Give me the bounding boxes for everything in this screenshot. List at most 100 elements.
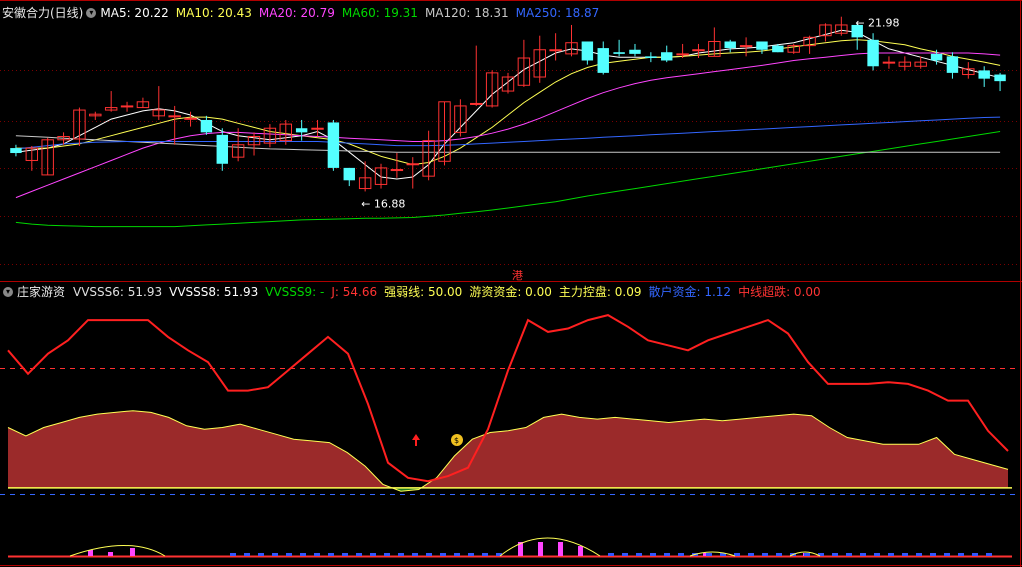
histogram-bar <box>130 548 135 556</box>
histogram-bar-blue <box>916 553 922 556</box>
candle-body <box>311 127 324 130</box>
indicator-header: ▾ 庄家游资 VVSSS6: 51.93 VVSSS8: 51.93 VVSSS9:… <box>0 283 828 301</box>
histogram-bar <box>558 542 563 556</box>
histogram-bar-blue <box>678 553 684 556</box>
candle-body <box>216 134 228 164</box>
histogram-bar-blue <box>888 553 894 556</box>
legend-item: 散户资金: 1.12 <box>648 285 732 299</box>
histogram-bar-blue <box>384 553 390 556</box>
legend-item: VVSSS8: 51.93 <box>169 285 259 299</box>
histogram-bar-blue <box>398 553 404 556</box>
candle-body <box>661 52 673 61</box>
candle-body <box>184 117 197 120</box>
histogram-bar-blue <box>860 553 866 556</box>
legend-item: VVSSS9: - <box>265 285 325 299</box>
histogram-bar-blue <box>622 553 628 556</box>
histogram-bar-blue <box>748 553 754 556</box>
money-bag-glyph: $ <box>454 436 459 445</box>
histogram-bar-blue <box>664 553 670 556</box>
candle-body <box>613 52 625 54</box>
legend-item: MA250: 18.87 <box>515 6 600 20</box>
histogram-bar-blue <box>454 553 460 556</box>
histogram-bar-blue <box>482 553 488 556</box>
candle-body <box>756 41 768 50</box>
candle-body <box>930 53 943 61</box>
histogram-bar-blue <box>342 553 348 556</box>
histogram-bar-blue <box>958 553 964 556</box>
candle-body <box>882 61 896 64</box>
histogram-bar-blue <box>286 553 292 556</box>
histogram-bar-blue <box>328 553 334 556</box>
histogram-bar-blue <box>370 553 376 556</box>
candle-body <box>946 56 959 73</box>
legend-item: MA5: 20.22 <box>100 6 169 20</box>
candle-body <box>629 49 641 54</box>
stock-title: 安徽合力(日线) <box>2 6 84 20</box>
histogram-bar-blue <box>440 553 446 556</box>
histogram-bar-blue <box>874 553 880 556</box>
candle-body <box>168 115 181 118</box>
histogram-bar-blue <box>776 553 782 556</box>
histogram-bar <box>88 550 93 556</box>
candle-body <box>867 39 879 67</box>
candle-body <box>581 41 594 61</box>
settings-icon[interactable]: ▾ <box>86 8 97 18</box>
histogram-bar-blue <box>706 553 712 556</box>
candle-body <box>724 41 736 49</box>
candle-body <box>978 70 990 79</box>
price-header: 安徽合力(日线) ▾ MA5: 20.22 MA10: 20.43 MA20: 20… <box>0 4 606 22</box>
histogram-bar-blue <box>762 553 768 556</box>
candle-body <box>772 45 784 53</box>
histogram-bar-blue <box>314 553 320 556</box>
candle-body <box>470 102 483 105</box>
candle-body <box>597 48 609 73</box>
candle-body <box>120 105 134 108</box>
marker-label: 港 <box>512 269 523 282</box>
legend-item: 中线超跌: 0.00 <box>738 285 821 299</box>
legend-item: 强弱线: 50.00 <box>384 285 463 299</box>
histogram-bar-blue <box>930 553 936 556</box>
legend-item: MA10: 20.43 <box>175 6 252 20</box>
candle-body <box>739 45 753 48</box>
candle-body <box>994 74 1006 82</box>
settings-icon[interactable]: ▾ <box>3 287 13 297</box>
histogram-bar-blue <box>272 553 278 556</box>
candle-body <box>10 148 22 154</box>
histogram-bar-blue <box>300 553 306 556</box>
candle-body <box>295 128 308 133</box>
histogram-bar-blue <box>972 553 978 556</box>
legend-item: MA60: 19.31 <box>341 6 418 20</box>
candle-body <box>645 56 657 59</box>
histogram-bar-blue <box>986 553 992 556</box>
candle-body <box>200 119 213 133</box>
histogram-bar <box>108 552 113 556</box>
legend-item: J: 54.66 <box>331 285 378 299</box>
histogram-bar-blue <box>944 553 950 556</box>
histogram-bar-blue <box>832 553 838 556</box>
candle-body <box>343 167 355 181</box>
candle-body <box>327 122 340 168</box>
candle-body <box>676 53 689 56</box>
legend-item: 游资资金: 0.00 <box>469 285 552 299</box>
candle-body <box>549 49 562 52</box>
candle-body <box>406 163 419 166</box>
legend-item: MA20: 20.79 <box>258 6 335 20</box>
histogram-bar-blue <box>426 553 432 556</box>
histogram-bar-blue <box>650 553 656 556</box>
histogram-bar-blue <box>636 553 642 556</box>
high-label: ← 21.98 <box>855 17 899 30</box>
histogram-bar-blue <box>468 553 474 556</box>
histogram-bar-blue <box>230 553 236 556</box>
histogram-bar-blue <box>356 553 362 556</box>
histogram-bar-blue <box>902 553 908 556</box>
indicator-title: 庄家游资 <box>17 285 66 299</box>
legend-item: MA120: 18.31 <box>424 6 509 20</box>
histogram-bar <box>538 542 543 556</box>
histogram-bar-blue <box>258 553 264 556</box>
histogram-bar-blue <box>244 553 250 556</box>
histogram-bar-blue <box>608 553 614 556</box>
histogram-bar-blue <box>804 553 810 556</box>
histogram-bar <box>578 546 583 556</box>
legend-item: 主力控盘: 0.09 <box>558 285 642 299</box>
low-label: ← 16.88 <box>361 197 405 210</box>
